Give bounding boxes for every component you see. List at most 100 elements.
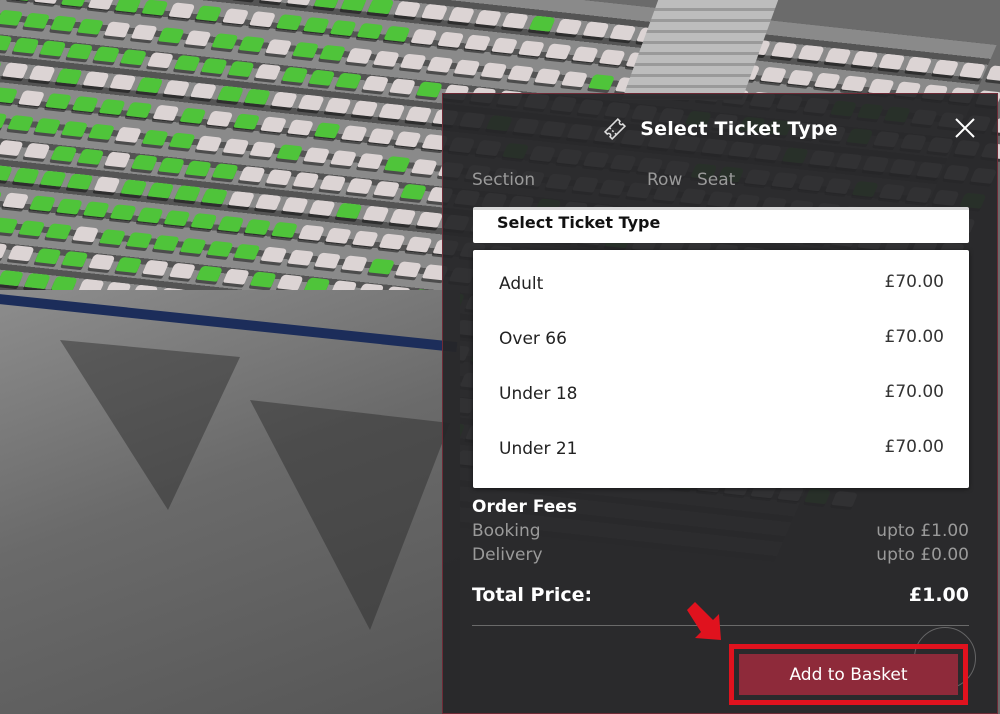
stadium-seat[interactable] (195, 5, 223, 22)
stadium-seat[interactable] (330, 150, 358, 167)
stadium-seat[interactable] (313, 0, 341, 9)
stadium-seat[interactable] (1, 62, 29, 79)
stadium-seat[interactable] (324, 97, 352, 114)
stadium-seat[interactable] (12, 37, 40, 54)
ticket-option-under-21[interactable]: Under 21 £70.00 (473, 415, 969, 463)
stadium-seat[interactable] (163, 79, 191, 97)
stadium-seat[interactable] (276, 274, 304, 291)
stadium-seat[interactable] (179, 107, 207, 124)
stadium-seat[interactable] (260, 246, 288, 263)
stadium-seat[interactable] (7, 245, 35, 262)
stadium-seat[interactable] (50, 145, 78, 162)
stadium-seat[interactable] (501, 12, 529, 29)
stadium-seat[interactable] (341, 255, 369, 272)
stadium-seat[interactable] (335, 72, 363, 89)
stadium-seat[interactable] (6, 0, 35, 2)
stadium-seat[interactable] (174, 185, 202, 202)
stadium-seat[interactable] (99, 229, 127, 246)
stadium-seat[interactable] (851, 50, 879, 67)
stadium-seat[interactable] (72, 226, 100, 243)
stadium-seat[interactable] (292, 172, 320, 189)
stadium-seat[interactable] (340, 125, 368, 142)
stadium-seat[interactable] (372, 50, 400, 67)
stadium-seat[interactable] (480, 62, 508, 79)
stadium-seat[interactable] (405, 106, 433, 123)
stadium-seat[interactable] (259, 0, 287, 3)
stadium-seat[interactable] (233, 243, 261, 260)
stadium-seat[interactable] (195, 135, 223, 152)
stadium-seat[interactable] (60, 0, 88, 7)
stadium-seat[interactable] (114, 126, 143, 143)
stadium-seat[interactable] (797, 44, 825, 62)
stadium-seat[interactable] (932, 59, 960, 76)
stadium-seat[interactable] (474, 9, 503, 26)
stadium-seat[interactable] (0, 112, 8, 129)
stadium-seat[interactable] (233, 113, 261, 130)
stadium-seat[interactable] (878, 53, 906, 70)
stadium-seat[interactable] (0, 139, 24, 157)
stadium-seat[interactable] (416, 211, 444, 228)
stadium-seat[interactable] (598, 49, 626, 66)
stadium-seat[interactable] (0, 269, 25, 287)
stadium-seat[interactable] (195, 265, 224, 282)
stadium-seat[interactable] (394, 0, 422, 18)
stadium-seat[interactable] (297, 94, 325, 111)
stadium-seat[interactable] (190, 82, 218, 100)
stadium-seat[interactable] (286, 0, 314, 6)
stadium-seat[interactable] (18, 90, 46, 107)
stadium-seat[interactable] (319, 174, 347, 192)
stadium-seat[interactable] (340, 0, 368, 12)
stadium-seat[interactable] (587, 74, 616, 91)
stadium-seat[interactable] (222, 138, 250, 155)
stadium-seat[interactable] (77, 148, 105, 165)
stadium-seat[interactable] (959, 62, 987, 79)
stadium-seat[interactable] (61, 120, 89, 138)
stadium-seat[interactable] (120, 179, 148, 196)
stadium-seat[interactable] (12, 167, 40, 184)
stadium-seat[interactable] (157, 27, 185, 44)
stadium-seat[interactable] (109, 74, 137, 91)
stadium-seat[interactable] (50, 15, 78, 32)
stadium-seat[interactable] (270, 91, 298, 108)
stadium-seat[interactable] (271, 221, 299, 238)
close-icon[interactable] (953, 116, 977, 140)
stadium-seat[interactable] (324, 227, 353, 244)
stadium-seat[interactable] (206, 110, 234, 127)
stadium-seat[interactable] (356, 22, 384, 40)
stadium-seat[interactable] (222, 8, 250, 25)
stadium-seat[interactable] (383, 25, 411, 42)
stadium-seat[interactable] (115, 256, 143, 274)
stadium-seat[interactable] (136, 76, 164, 94)
stadium-seat[interactable] (405, 236, 433, 253)
stadium-seat[interactable] (71, 95, 99, 113)
stadium-seat[interactable] (383, 155, 411, 173)
stadium-seat[interactable] (260, 116, 288, 133)
stadium-seat[interactable] (356, 153, 385, 170)
stadium-seat[interactable] (329, 19, 357, 37)
ticket-type-select[interactable]: Select Ticket Type (473, 207, 969, 243)
stadium-seat[interactable] (23, 272, 51, 290)
stadium-seat[interactable] (103, 21, 131, 38)
stadium-seat[interactable] (98, 98, 126, 116)
stadium-seat[interactable] (389, 78, 417, 95)
stadium-seat[interactable] (303, 147, 331, 164)
stadium-seat[interactable] (517, 40, 546, 57)
stadium-seat[interactable] (152, 104, 180, 121)
stadium-seat[interactable] (571, 46, 599, 63)
stadium-seat[interactable] (786, 69, 815, 86)
stadium-seat[interactable] (142, 259, 170, 276)
stadium-seat[interactable] (302, 16, 330, 34)
stadium-seat[interactable] (254, 193, 283, 211)
stadium-seat[interactable] (351, 100, 379, 117)
stadium-seat[interactable] (905, 56, 933, 73)
stadium-seat[interactable] (217, 215, 245, 233)
stadium-seat[interactable] (7, 114, 35, 132)
stadium-seat[interactable] (367, 128, 395, 145)
stadium-seat[interactable] (82, 201, 110, 218)
stadium-seat[interactable] (93, 176, 121, 193)
stadium-seat[interactable] (426, 56, 454, 73)
stadium-seat[interactable] (308, 199, 336, 217)
stadium-seat[interactable] (292, 41, 320, 59)
stadium-seat[interactable] (173, 55, 201, 72)
stadium-seat[interactable] (238, 35, 266, 53)
